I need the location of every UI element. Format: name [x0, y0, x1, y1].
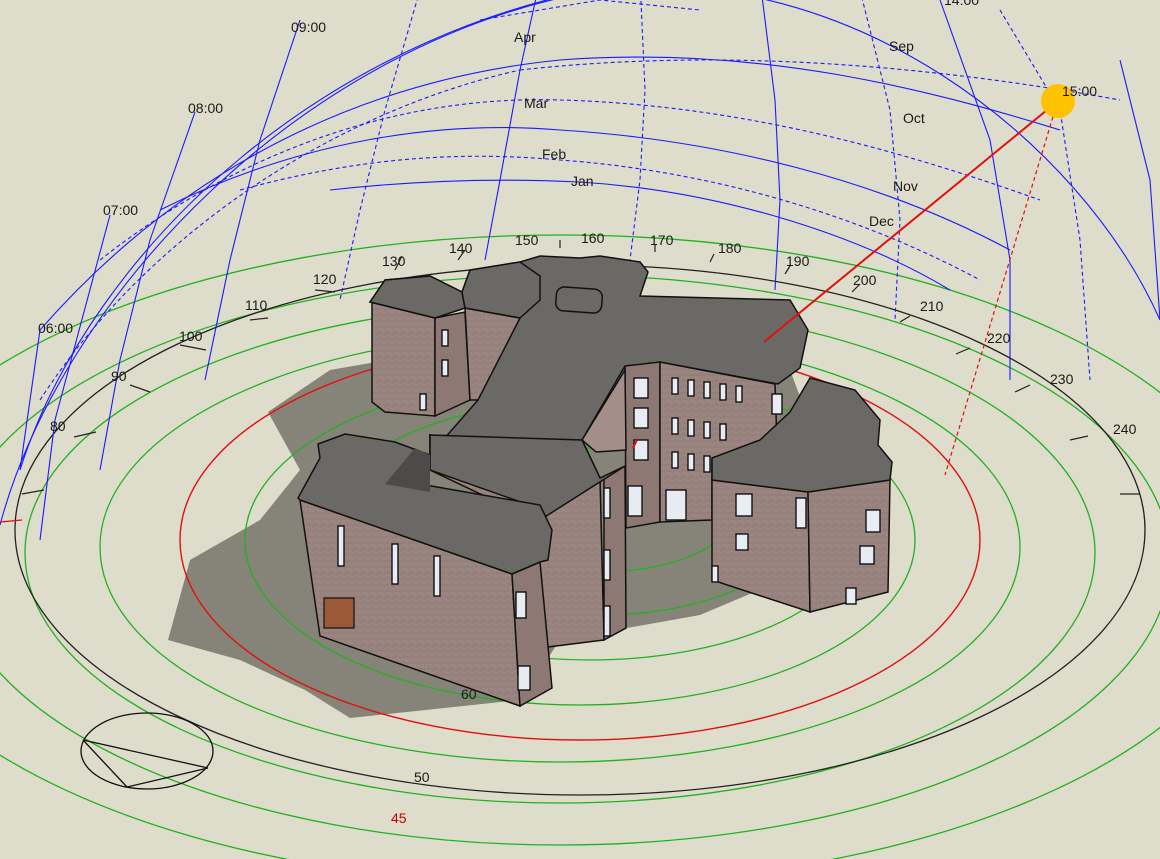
month-label: Mar	[524, 95, 548, 111]
azimuth-label: 150	[515, 232, 539, 248]
month-label: Oct	[903, 110, 925, 126]
month-label: Jan	[571, 173, 594, 189]
azimuth-label: 240	[1113, 421, 1137, 437]
azimuth-label: 200	[853, 272, 877, 288]
azimuth-label: 80	[50, 418, 66, 434]
month-label: Dec	[869, 213, 894, 229]
month-label: Apr	[514, 29, 536, 45]
azimuth-label: 160	[581, 230, 605, 246]
sun-ray	[763, 100, 1059, 343]
azimuth-label: 120	[313, 271, 337, 287]
hour-label: 09:00	[291, 19, 326, 35]
building-wall	[434, 311, 471, 418]
azimuth-label: 130	[382, 253, 406, 269]
hour-label: 07:00	[103, 202, 138, 218]
hour-label: 14:00	[944, 0, 979, 8]
sun-ray-projection	[944, 109, 1056, 476]
building-door	[323, 597, 355, 629]
roof-upper-tower-mid	[461, 261, 541, 319]
altitude-label: 60	[461, 686, 477, 702]
azimuth-label: 170	[650, 232, 674, 248]
azimuth-label: 100	[179, 328, 203, 344]
sun-path-diagram: 06:00 07:00 08:00 09:00 14:00 15:00 Apr …	[0, 0, 1160, 859]
azimuth-label: 90	[111, 368, 127, 384]
azimuth-label: 190	[786, 253, 810, 269]
hour-label: 08:00	[188, 100, 223, 116]
altitude-label-highlight: 45	[391, 810, 407, 826]
month-label: Feb	[542, 146, 566, 162]
azimuth-label: 230	[1050, 371, 1074, 387]
sun-time-label: 15:00	[1062, 83, 1097, 99]
azimuth-label: 140	[449, 240, 473, 256]
azimuth-label: 210	[920, 298, 944, 314]
building-complex	[297, 255, 893, 708]
compass-ellipse-icon	[80, 712, 214, 790]
azimuth-label: 220	[987, 330, 1011, 346]
altitude-label: 50	[414, 769, 430, 785]
azimuth-label: 180	[718, 240, 742, 256]
roof-hatch	[555, 286, 603, 314]
azimuth-label: 110	[245, 297, 268, 313]
month-label: Nov	[893, 178, 918, 194]
hour-label: 06:00	[38, 320, 73, 336]
month-label: Sep	[889, 38, 914, 54]
